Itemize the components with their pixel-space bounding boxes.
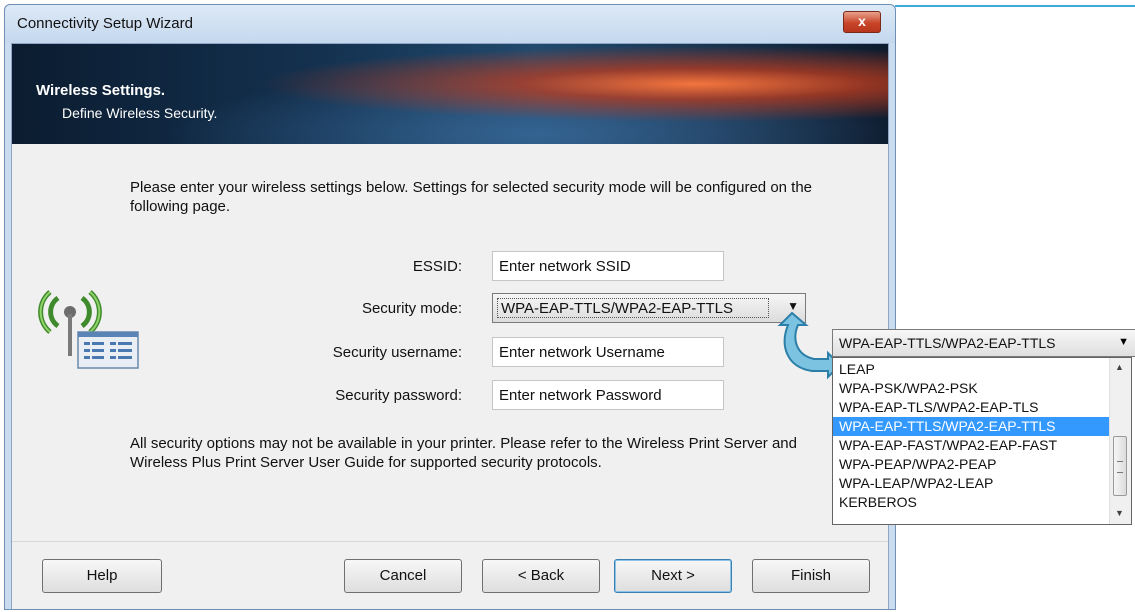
security-password-label: Security password: [335, 387, 462, 404]
next-button[interactable]: Next > [614, 559, 732, 593]
list-item[interactable]: KERBEROS [833, 493, 1110, 512]
list-item-selected[interactable]: WPA-EAP-TTLS/WPA2-EAP-TTLS [833, 417, 1110, 436]
grip-icon [1117, 461, 1123, 473]
title-bar[interactable]: Connectivity Setup Wizard x [5, 5, 895, 43]
finish-button[interactable]: Finish [752, 559, 870, 593]
essid-field[interactable] [492, 251, 724, 281]
callout-arrow-icon [777, 311, 840, 380]
list-item[interactable]: WPA-LEAP/WPA2-LEAP [833, 474, 1110, 493]
essid-label: ESSID: [412, 258, 462, 275]
close-icon: x [858, 13, 866, 29]
security-note: All security options may not be availabl… [130, 435, 797, 471]
list-item[interactable]: WPA-EAP-TLS/WPA2-EAP-TLS [833, 398, 1110, 417]
security-mode-select[interactable]: WPA-EAP-TTLS/WPA2-EAP-TTLS ▼ [492, 293, 806, 323]
back-button[interactable]: < Back [482, 559, 600, 593]
help-button[interactable]: Help [42, 559, 162, 593]
list-item[interactable]: WPA-PEAP/WPA2-PEAP [833, 455, 1110, 474]
scroll-thumb[interactable] [1113, 436, 1127, 496]
security-password-field[interactable] [492, 380, 724, 410]
cancel-button[interactable]: Cancel [344, 559, 462, 593]
list-item[interactable]: LEAP [833, 360, 1110, 379]
scroll-down-icon[interactable]: ▼ [1115, 508, 1124, 518]
security-username-label: Security username: [332, 344, 462, 361]
window-title: Connectivity Setup Wizard [17, 15, 193, 32]
frame-accent-line [895, 5, 1135, 7]
button-separator [12, 541, 888, 542]
intro-text: Please enter your wireless settings belo… [130, 179, 813, 215]
close-button[interactable]: x [843, 11, 881, 33]
wizard-window: Connectivity Setup Wizard x Wireless Set… [4, 4, 896, 610]
page-title: Wireless Settings. [36, 82, 166, 99]
security-mode-label: Security mode: [361, 300, 462, 317]
page-subtitle: Define Wireless Security. [62, 105, 218, 121]
scroll-up-icon[interactable]: ▲ [1115, 362, 1124, 372]
security-mode-value: WPA-EAP-TTLS/WPA2-EAP-TTLS [497, 298, 769, 318]
chevron-down-icon[interactable]: ▼ [1118, 336, 1129, 348]
wizard-body: Wireless Settings. Define Wireless Secur… [11, 43, 889, 609]
list-item[interactable]: WPA-PSK/WPA2-PSK [833, 379, 1110, 398]
wireless-printer-icon [38, 290, 139, 369]
security-mode-dropdown-preview[interactable]: WPA-EAP-TTLS/WPA2-EAP-TTLS ▼ [832, 329, 1135, 357]
list-scrollbar[interactable]: ▲ ▼ [1109, 358, 1131, 524]
dropdown-selected-value: WPA-EAP-TTLS/WPA2-EAP-TTLS [839, 335, 1056, 351]
security-mode-option-list: LEAP WPA-PSK/WPA2-PSK WPA-EAP-TLS/WPA2-E… [832, 357, 1132, 525]
security-username-field[interactable] [492, 337, 724, 367]
header-banner: Wireless Settings. Define Wireless Secur… [12, 44, 888, 144]
list-item[interactable]: WPA-EAP-FAST/WPA2-EAP-FAST [833, 436, 1110, 455]
